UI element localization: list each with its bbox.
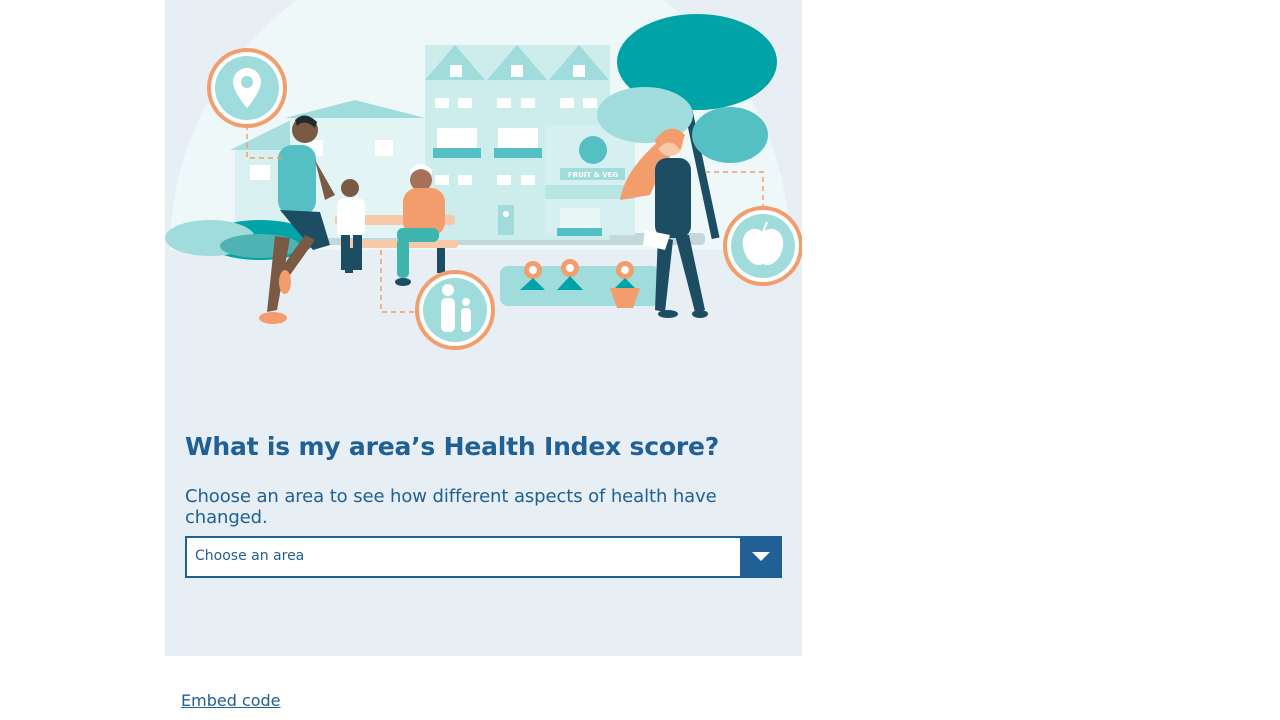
shop-sign: FRUIT & VEG [568, 171, 618, 179]
location-pin-icon [207, 48, 287, 128]
apple-icon [723, 206, 802, 286]
page-subtitle: Choose an area to see how different aspe… [185, 486, 717, 528]
area-select-button[interactable] [740, 536, 782, 578]
shop: FRUIT & VEG [545, 125, 635, 236]
area-select[interactable]: Choose an area [185, 536, 782, 578]
embed-code-link[interactable]: Embed code [181, 691, 281, 710]
people-icon [415, 270, 495, 350]
town-illustration: FRUIT & VEG [165, 0, 802, 350]
area-select-placeholder: Choose an area [195, 548, 305, 564]
chevron-down-icon [752, 552, 770, 561]
page-title: What is my area’s Health Index score? [185, 432, 720, 461]
health-index-card: FRUIT & VEG What is my area’s Health Ind… [165, 0, 802, 656]
flower-bed [500, 259, 660, 308]
